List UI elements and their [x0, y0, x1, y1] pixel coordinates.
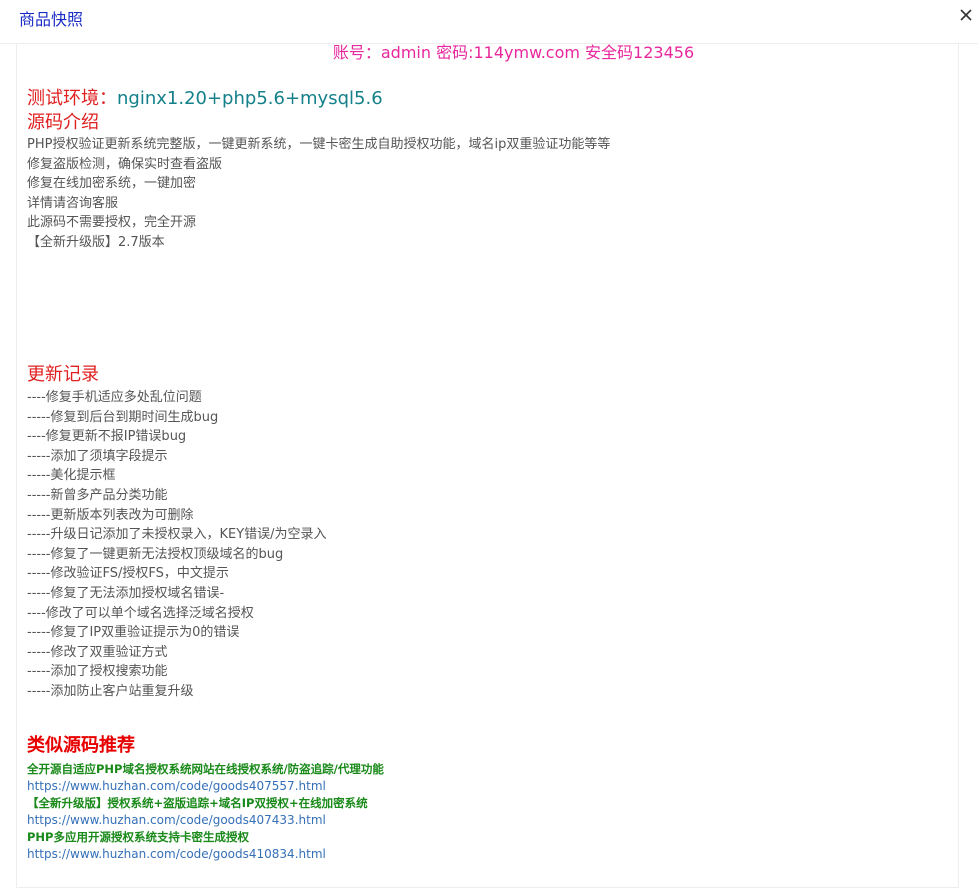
- update-log-item: -----美化提示框: [27, 468, 116, 484]
- product-description: 测试环境：nginx1.20+php5.6+mysql5.6 源码介绍 PHP授…: [27, 88, 947, 253]
- update-log-item: -----添加了授权搜索功能: [27, 664, 168, 680]
- update-log-item: -----修复了IP双重验证提示为0的错误: [27, 625, 240, 641]
- test-environment-label: 测试环境：: [27, 88, 117, 109]
- intro-title: 源码介绍: [27, 112, 99, 133]
- snapshot-dialog: 商品快照 账号：admin 密码:114ymw.com 安全码123456 测试…: [0, 0, 978, 894]
- update-log-item: -----修复了一键更新无法授权顶级域名的bug: [27, 546, 284, 562]
- similar-code-title: 类似源码推荐: [27, 735, 135, 756]
- similar-code-name: 【全新升级版】授权系统+盗版追踪+域名IP双授权+在线加密系统: [27, 796, 368, 810]
- update-log-item: -----添加了须填字段提示: [27, 448, 168, 464]
- similar-code-link[interactable]: https://www.huzhan.com/code/goods407433.…: [27, 812, 384, 829]
- update-log-item: -----修改验证FS/授权FS，中文提示: [27, 566, 229, 582]
- similar-code-name: PHP多应用开源授权系统支持卡密生成授权: [27, 830, 249, 844]
- update-log-item: -----修改了双重验证方式: [27, 644, 168, 660]
- test-environment: 测试环境：nginx1.20+php5.6+mysql5.6: [27, 88, 947, 110]
- update-log-item: ----修改了可以单个域名选择泛域名授权: [27, 605, 254, 621]
- intro-line: 【全新升级版】2.7版本: [27, 234, 165, 250]
- similar-code-list: 全开源自适应PHP域名授权系统网站在线授权系统/防盗追踪/代理功能 https:…: [27, 761, 384, 863]
- update-log-item: -----修复到后台到期时间生成bug: [27, 409, 219, 425]
- update-log-item: -----升级日记添加了未授权录入，KEY错误/为空录入: [27, 527, 327, 543]
- update-log-list: ----修复手机适应多处乱位问题 -----修复到后台到期时间生成bug ---…: [27, 388, 327, 702]
- update-log-item: -----添加防止客户站重复升级: [27, 683, 194, 699]
- update-log-item: -----新曾多产品分类功能: [27, 487, 168, 503]
- snapshot-content: 账号：admin 密码:114ymw.com 安全码123456 测试环境：ng…: [16, 44, 959, 888]
- dialog-header: 商品快照: [0, 0, 978, 44]
- update-log-item: ----修复手机适应多处乱位问题: [27, 390, 202, 405]
- intro-line: 修复盗版检测，确保实时查看盗版: [27, 156, 223, 172]
- credentials-text: 账号：admin 密码:114ymw.com 安全码123456: [332, 44, 695, 62]
- similar-code-link[interactable]: https://www.huzhan.com/code/goods410834.…: [27, 846, 384, 863]
- similar-code-name: 全开源自适应PHP域名授权系统网站在线授权系统/防盗追踪/代理功能: [27, 762, 384, 776]
- update-log-title: 更新记录: [27, 364, 99, 385]
- update-log-item: -----更新版本列表改为可删除: [27, 507, 194, 523]
- intro-line: 此源码不需要授权，完全开源: [27, 215, 197, 231]
- similar-code-link[interactable]: https://www.huzhan.com/code/goods407557.…: [27, 778, 384, 795]
- dialog-title: 商品快照: [19, 10, 84, 29]
- close-button[interactable]: [958, 6, 974, 24]
- intro-line: 修复在线加密系统，一键加密: [27, 176, 197, 192]
- test-environment-value: nginx1.20+php5.6+mysql5.6: [117, 88, 383, 109]
- close-icon[interactable]: [958, 6, 974, 24]
- intro-line: PHP授权验证更新系统完整版，一键更新系统，一键卡密生成自助授权功能，域名ip双…: [27, 137, 611, 152]
- intro-line: 详情请咨询客服: [27, 195, 119, 211]
- update-log-item: -----修复了无法添加授权域名错误-: [27, 585, 225, 601]
- update-log-item: ----修复更新不报IP错误bug: [27, 429, 187, 445]
- intro-list: PHP授权验证更新系统完整版，一键更新系统，一键卡密生成自助授权功能，域名ip双…: [27, 135, 947, 253]
